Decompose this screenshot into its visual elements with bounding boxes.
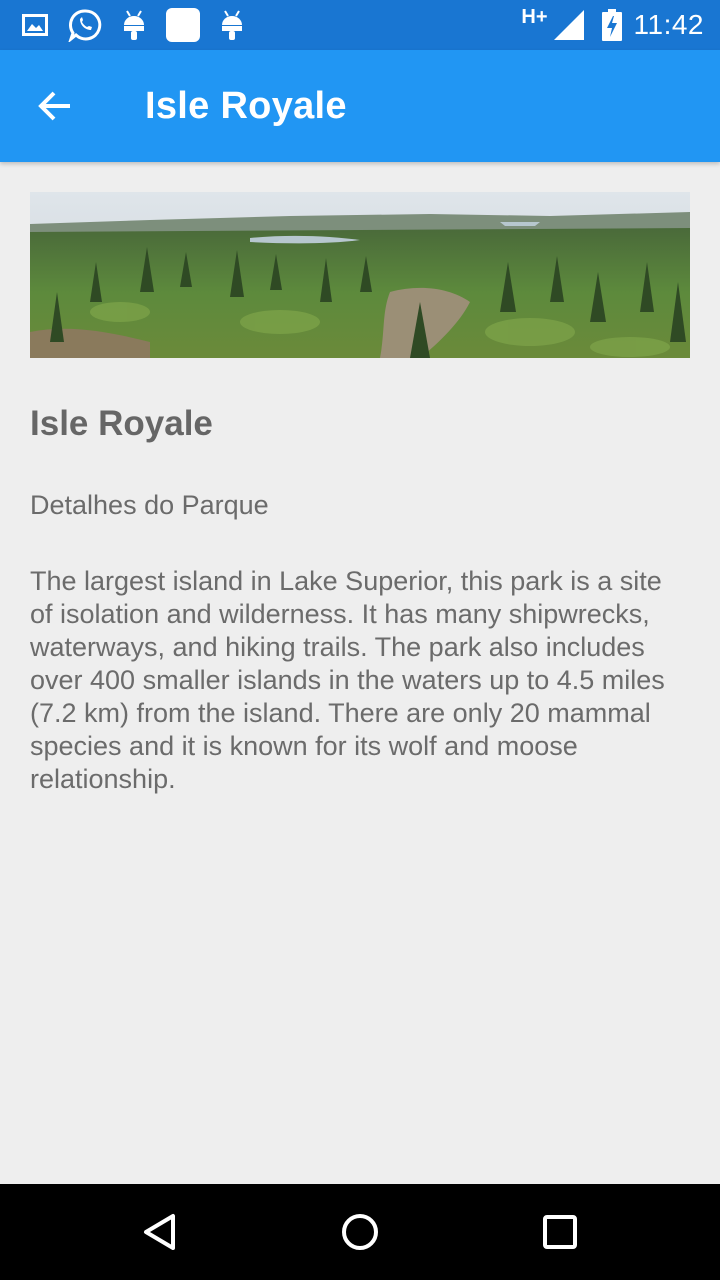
nav-home-button[interactable] — [330, 1202, 390, 1262]
status-bar: H+ 11:42 — [0, 0, 720, 50]
whatsapp-icon — [68, 0, 102, 50]
app-bar: Isle Royale — [0, 50, 720, 162]
clock: 11:42 — [633, 9, 704, 40]
square-icon — [166, 0, 200, 50]
park-details: Isle Royale Detalhes do Parque The large… — [30, 192, 690, 796]
notification-icons — [0, 0, 264, 50]
gallery-icon — [22, 0, 48, 50]
android-icon — [220, 0, 244, 50]
system-nav-bar — [0, 1184, 720, 1280]
back-button[interactable] — [27, 78, 83, 134]
nav-back-button[interactable] — [130, 1202, 190, 1262]
android-icon — [122, 0, 146, 50]
system-status: H+ 11:42 — [521, 0, 720, 50]
signal-icon — [553, 10, 584, 40]
park-image — [30, 192, 690, 358]
nav-recents-button[interactable] — [530, 1202, 590, 1262]
battery-icon — [601, 9, 622, 41]
home-circle-icon — [342, 1214, 378, 1250]
park-description: The largest island in Lake Superior, thi… — [30, 566, 665, 794]
page-title: Isle Royale — [145, 84, 347, 127]
park-name: Isle Royale — [30, 404, 213, 443]
park-subtitle: Detalhes do Parque — [30, 490, 269, 520]
network-type: H+ — [521, 5, 548, 28]
back-triangle-icon — [144, 1214, 175, 1250]
recents-square-icon — [543, 1215, 577, 1249]
arrow-back-icon — [38, 91, 70, 121]
